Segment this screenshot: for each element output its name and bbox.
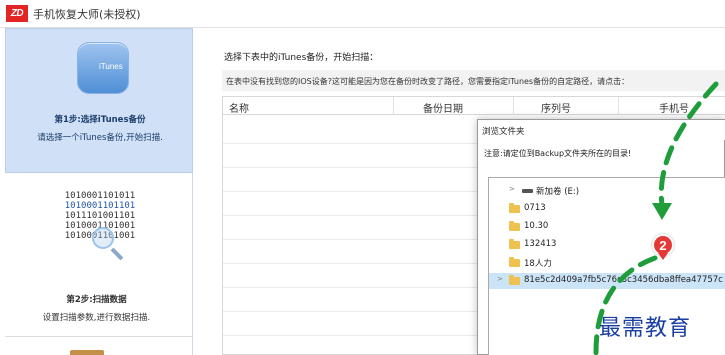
binary-line: 1010001101011	[64, 191, 136, 201]
custom-path-notice[interactable]: 在表中没有找到您的IOS设备?这可能是因为您在备份时改变了路径，您需要指定iTu…	[222, 70, 725, 91]
table-row[interactable]	[223, 287, 483, 288]
column-header-serial[interactable]: 序列号	[541, 100, 571, 115]
tree-item-label: 132413	[524, 239, 557, 249]
collapse-arrow-icon[interactable]: >	[509, 185, 515, 193]
drive-icon	[522, 189, 533, 193]
table-row[interactable]	[223, 311, 483, 312]
tree-item-label: 新加卷 (E:)	[536, 187, 580, 197]
magnifier-handle	[110, 247, 124, 261]
table-row[interactable]	[223, 239, 483, 240]
folder-icon	[509, 203, 520, 213]
step2-description: 设置扫描参数,进行数据扫描.	[42, 313, 151, 323]
title-bar: ZD 手机恢复大师(未授权)	[0, 0, 725, 28]
itunes-icon-label: iTunes	[99, 62, 123, 71]
tree-item-folder[interactable]: 18人力	[489, 255, 725, 271]
tree-item-label: 81e5c2d409a7fb5c76c3c3456dba8ffea47757c	[524, 275, 723, 285]
tree-item-backup-folder[interactable]: > 81e5c2d409a7fb5c76c3c3456dba8ffea47757…	[489, 273, 725, 289]
sidebar-divider	[5, 336, 193, 337]
table-row[interactable]	[223, 263, 483, 264]
column-header-name[interactable]: 名称	[229, 100, 249, 115]
binary-line: 1010001101101	[64, 201, 136, 211]
table-row[interactable]	[223, 191, 483, 192]
tree-item-folder[interactable]: 0713	[489, 201, 725, 217]
table-row[interactable]	[223, 143, 483, 144]
step1-panel[interactable]: iTunes 第1步:选择iTunes备份 请选择一个iTunes备份,开始扫描…	[5, 28, 193, 173]
app-title: 手机恢复大师(未授权)	[33, 7, 141, 21]
watermark-text: 最需教育	[599, 316, 692, 341]
folder-icon	[509, 275, 520, 285]
tree-item-label: 10.30	[524, 221, 549, 231]
folder-icon	[509, 239, 520, 249]
magnifier-icon	[92, 227, 114, 249]
step3-icon	[70, 350, 104, 355]
table-header: 名称 备份日期 序列号 手机号	[223, 97, 725, 115]
step2-title: 第2步:扫描数据	[66, 295, 127, 305]
table-row[interactable]	[223, 335, 483, 336]
expand-arrow-icon[interactable]: >	[497, 275, 503, 283]
step1-title: 第1步:选择iTunes备份	[54, 115, 146, 125]
column-divider	[393, 97, 394, 115]
tree-item-folder[interactable]: 10.30	[489, 219, 725, 235]
step1-description: 请选择一个iTunes备份,开始扫描.	[37, 133, 163, 143]
app-logo: ZD	[6, 5, 28, 22]
dialog-title: 浏览文件夹	[482, 127, 525, 137]
table-row[interactable]	[223, 215, 483, 216]
badge-pointer-icon	[658, 253, 668, 260]
itunes-icon: iTunes	[77, 42, 129, 94]
dialog-note: 注意:请定位到Backup文件夹所在的目录!	[484, 149, 632, 158]
tree-item-drive-e[interactable]: > 新加卷 (E:)	[489, 183, 725, 199]
backup-select-prompt: 选择下表中的iTunes备份，开始扫描：	[224, 53, 379, 63]
column-divider	[618, 97, 619, 115]
dialog-title-bar[interactable]: 浏览文件夹	[478, 120, 725, 140]
column-header-backup-date[interactable]: 备份日期	[423, 100, 463, 115]
folder-icon	[509, 257, 520, 267]
folder-icon	[509, 221, 520, 231]
column-divider	[513, 97, 514, 115]
column-header-phone[interactable]: 手机号	[659, 100, 689, 115]
tree-item-label: 18人力	[524, 259, 552, 269]
steps-sidebar: iTunes 第1步:选择iTunes备份 请选择一个iTunes备份,开始扫描…	[0, 28, 193, 355]
binary-line: 1011101001101	[64, 211, 136, 221]
tree-item-folder[interactable]: 132413	[489, 237, 725, 253]
tree-item-label: 0713	[524, 203, 546, 213]
table-row[interactable]	[223, 167, 483, 168]
